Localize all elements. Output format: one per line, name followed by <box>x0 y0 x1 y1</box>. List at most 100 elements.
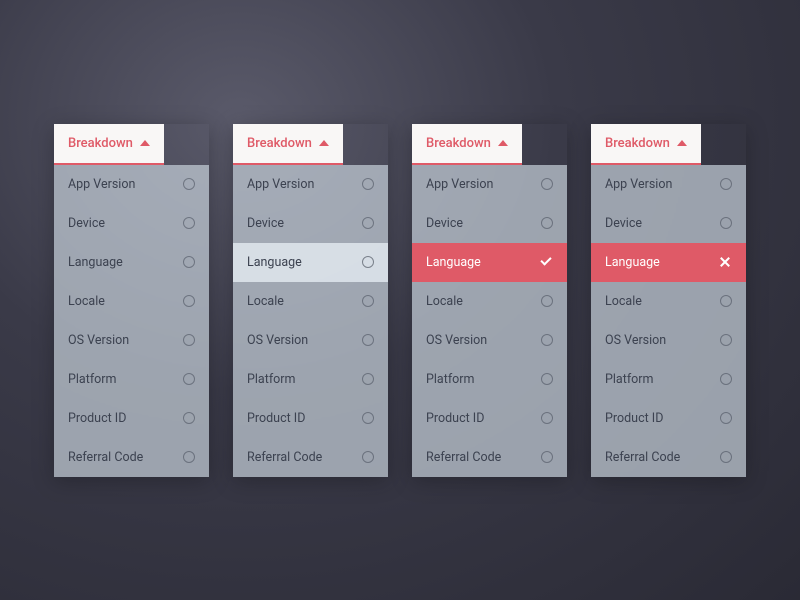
dropdown-item-label: Language <box>426 255 481 270</box>
radio-icon <box>541 217 553 229</box>
dropdown-item-label: Locale <box>68 294 105 309</box>
dropdown-item-label: Language <box>605 255 660 270</box>
dropdown-header[interactable]: Breakdown <box>54 124 164 165</box>
dropdown-item-label: Platform <box>605 372 654 387</box>
radio-icon <box>541 334 553 346</box>
dropdown-item[interactable]: Locale <box>54 282 209 321</box>
dropdown-item-label: Locale <box>426 294 463 309</box>
chevron-up-icon <box>677 140 687 146</box>
dropdown-item[interactable]: Language <box>591 243 746 282</box>
radio-icon <box>720 217 732 229</box>
radio-icon <box>720 412 732 424</box>
dropdown-item[interactable]: Referral Code <box>233 438 388 477</box>
chevron-up-icon <box>319 140 329 146</box>
dropdown-item-label: App Version <box>605 177 672 192</box>
dropdown-item[interactable]: Platform <box>591 360 746 399</box>
dropdown-item[interactable]: Platform <box>54 360 209 399</box>
breakdown-dropdown: Breakdown App Version Device Language Local… <box>591 124 746 477</box>
dropdown-list: App Version Device Language Locale OS Versio… <box>54 165 209 477</box>
dropdown-item-label: App Version <box>247 177 314 192</box>
dropdown-list: App Version Device Language Locale OS Versio… <box>233 165 388 477</box>
radio-icon <box>183 256 195 268</box>
dropdown-item[interactable]: Platform <box>233 360 388 399</box>
radio-icon <box>183 178 195 190</box>
dropdown-header[interactable]: Breakdown <box>591 124 701 165</box>
dropdown-item[interactable]: Language <box>412 243 567 282</box>
dropdown-header[interactable]: Breakdown <box>233 124 343 165</box>
close-icon[interactable] <box>718 255 732 269</box>
radio-icon <box>720 295 732 307</box>
radio-icon <box>541 412 553 424</box>
dropdown-item[interactable]: Product ID <box>412 399 567 438</box>
dropdown-item-label: Locale <box>247 294 284 309</box>
dropdown-item-label: OS Version <box>426 333 487 348</box>
dropdown-item-label: Product ID <box>247 411 305 426</box>
dropdown-item-label: Referral Code <box>68 450 143 465</box>
dropdown-item[interactable]: Device <box>591 204 746 243</box>
dropdown-item[interactable]: Locale <box>233 282 388 321</box>
dropdown-item[interactable]: App Version <box>591 165 746 204</box>
dropdown-item[interactable]: Referral Code <box>591 438 746 477</box>
dropdown-item[interactable]: OS Version <box>233 321 388 360</box>
dropdown-header[interactable]: Breakdown <box>412 124 522 165</box>
dropdown-item-label: App Version <box>426 177 493 192</box>
radio-icon <box>362 373 374 385</box>
dropdown-list: App Version Device Language Locale OS Versio… <box>591 165 746 477</box>
dropdown-item[interactable]: OS Version <box>54 321 209 360</box>
dropdown-item[interactable]: Product ID <box>54 399 209 438</box>
dropdown-item-label: Product ID <box>605 411 663 426</box>
dropdown-item[interactable]: Referral Code <box>412 438 567 477</box>
dropdown-item-label: Platform <box>247 372 296 387</box>
dropdown-item[interactable]: Language <box>233 243 388 282</box>
breakdown-dropdown: Breakdown App Version Device Language Local… <box>412 124 567 477</box>
radio-icon <box>183 217 195 229</box>
dropdown-item[interactable]: Device <box>412 204 567 243</box>
dropdown-item-label: Device <box>605 216 642 231</box>
radio-icon <box>541 451 553 463</box>
dropdown-item[interactable]: Referral Code <box>54 438 209 477</box>
dropdown-item-label: Locale <box>605 294 642 309</box>
dropdown-item[interactable]: Product ID <box>233 399 388 438</box>
dropdown-item[interactable]: Language <box>54 243 209 282</box>
breakdown-dropdown: Breakdown App Version Device Language Local… <box>54 124 209 477</box>
radio-icon <box>183 295 195 307</box>
dropdown-item-label: Device <box>68 216 105 231</box>
dropdown-item-label: Referral Code <box>247 450 322 465</box>
radio-icon <box>362 412 374 424</box>
dropdown-item[interactable]: App Version <box>233 165 388 204</box>
radio-icon <box>362 217 374 229</box>
dropdown-item[interactable]: Device <box>233 204 388 243</box>
dropdown-item-label: Platform <box>68 372 117 387</box>
radio-icon <box>183 451 195 463</box>
dropdown-item[interactable]: Platform <box>412 360 567 399</box>
dropdown-item-label: Device <box>247 216 284 231</box>
radio-icon <box>720 451 732 463</box>
radio-icon <box>541 295 553 307</box>
radio-icon <box>362 334 374 346</box>
radio-icon <box>362 295 374 307</box>
radio-icon <box>362 178 374 190</box>
dropdown-item[interactable]: App Version <box>54 165 209 204</box>
dropdown-item-label: Platform <box>426 372 475 387</box>
dropdown-title: Breakdown <box>426 136 491 151</box>
dropdown-item[interactable]: Device <box>54 204 209 243</box>
dropdown-item[interactable]: App Version <box>412 165 567 204</box>
dropdown-item[interactable]: OS Version <box>591 321 746 360</box>
dropdown-item-label: Product ID <box>68 411 126 426</box>
dropdown-item[interactable]: OS Version <box>412 321 567 360</box>
dropdown-item[interactable]: Locale <box>591 282 746 321</box>
check-icon <box>539 255 553 269</box>
radio-icon <box>183 412 195 424</box>
dropdown-item-label: Language <box>247 255 302 270</box>
dropdown-item[interactable]: Product ID <box>591 399 746 438</box>
dropdown-item-label: Device <box>426 216 463 231</box>
dropdown-item-label: OS Version <box>605 333 666 348</box>
dropdown-item[interactable]: Locale <box>412 282 567 321</box>
dropdown-list: App Version Device Language Locale OS Versio… <box>412 165 567 477</box>
radio-icon <box>720 334 732 346</box>
chevron-up-icon <box>140 140 150 146</box>
radio-icon <box>541 373 553 385</box>
radio-icon <box>541 178 553 190</box>
dropdown-item-label: OS Version <box>247 333 308 348</box>
dropdown-item-label: Product ID <box>426 411 484 426</box>
